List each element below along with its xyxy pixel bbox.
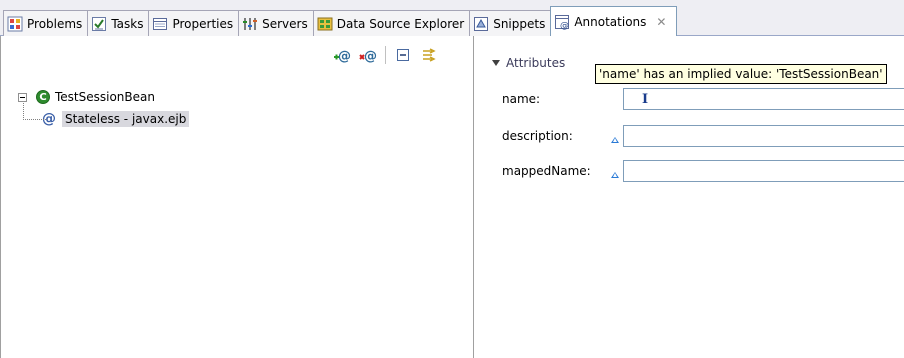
text-cursor-icon: I	[642, 92, 649, 107]
annotations-icon: @	[555, 15, 570, 30]
tab-problems[interactable]: Problems	[3, 10, 89, 36]
link-with-editor-button[interactable]	[418, 44, 440, 66]
tab-properties[interactable]: Properties	[148, 10, 240, 36]
view-tab-strip: Problems Tasks Properties Servers Data S…	[0, 0, 904, 37]
svg-text:@: @	[338, 49, 351, 64]
attributes-section-header[interactable]: Attributes	[492, 56, 565, 70]
properties-icon	[153, 17, 168, 30]
section-title: Attributes	[506, 56, 566, 70]
class-icon: C	[36, 90, 50, 104]
tab-label: Annotations	[574, 15, 647, 29]
tab-label: Problems	[27, 16, 83, 31]
annotations-view: Problems Tasks Properties Servers Data S…	[0, 0, 904, 358]
tab-data-source-explorer[interactable]: Data Source Explorer	[312, 10, 471, 36]
attribute-row-mappedname: mappedName:	[502, 160, 904, 182]
collapse-all-button[interactable]	[392, 44, 414, 66]
collapse-toggle-icon[interactable]	[18, 92, 27, 102]
tab-annotations[interactable]: @ Annotations ✕	[550, 6, 678, 37]
add-annotation-icon: @	[334, 49, 351, 64]
mapped-name-field[interactable]	[623, 160, 904, 182]
tasks-icon	[92, 16, 107, 31]
tab-label: Snippets	[493, 16, 546, 31]
close-icon[interactable]: ✕	[656, 15, 666, 29]
description-field[interactable]	[623, 125, 904, 147]
tab-servers[interactable]: Servers	[238, 10, 314, 36]
tab-snippets[interactable]: Snippets	[469, 10, 552, 36]
svg-text:@: @	[364, 49, 377, 64]
tree-connector	[23, 103, 46, 120]
svg-text:@: @	[560, 21, 569, 30]
tree-item-child[interactable]: @ Stateless - javax.ejb	[11, 103, 190, 130]
remove-annotation-icon: @	[359, 49, 377, 64]
tab-label: Properties	[172, 16, 234, 31]
problems-icon	[7, 16, 23, 31]
tree-item-label: TestSessionBean	[55, 90, 155, 104]
tab-label: Tasks	[111, 16, 144, 31]
field-label: description:	[502, 129, 573, 143]
field-label: mappedName:	[502, 164, 591, 178]
snippets-icon	[474, 16, 489, 31]
link-with-editor-icon	[423, 48, 436, 62]
name-field[interactable]	[623, 88, 904, 110]
content-assist-indicator-icon	[611, 172, 619, 178]
attributes-pane: Attributes name: I description: mappedNa…	[474, 36, 904, 358]
tree-toolbar: @ @	[331, 44, 444, 66]
field-label: name:	[502, 92, 541, 106]
annotation-tree: C TestSessionBean @ Stateless - javax.ej…	[11, 86, 190, 130]
tab-tasks[interactable]: Tasks	[87, 10, 150, 36]
tree-item-label-selected: Stateless - javax.ejb	[62, 111, 190, 127]
servers-icon	[243, 17, 258, 30]
tab-row: Problems Tasks Properties Servers Data S…	[3, 5, 678, 37]
toolbar-separator	[385, 46, 386, 64]
implied-value-tooltip: 'name' has an implied value: 'TestSessio…	[595, 64, 887, 84]
annotation-tree-pane: @ @ C TestSessionBean @ Stateless - java…	[0, 36, 474, 358]
collapse-all-icon	[397, 49, 409, 61]
tab-label: Servers	[262, 16, 308, 31]
data-source-explorer-icon	[317, 17, 333, 30]
section-expand-icon[interactable]	[492, 60, 500, 66]
remove-annotation-button[interactable]: @	[357, 44, 379, 66]
attribute-row-description: description:	[502, 125, 904, 147]
attribute-row-name: name: I	[502, 88, 904, 110]
tab-label: Data Source Explorer	[336, 16, 465, 31]
content-assist-indicator-icon	[611, 137, 619, 143]
add-annotation-button[interactable]: @	[331, 44, 353, 66]
